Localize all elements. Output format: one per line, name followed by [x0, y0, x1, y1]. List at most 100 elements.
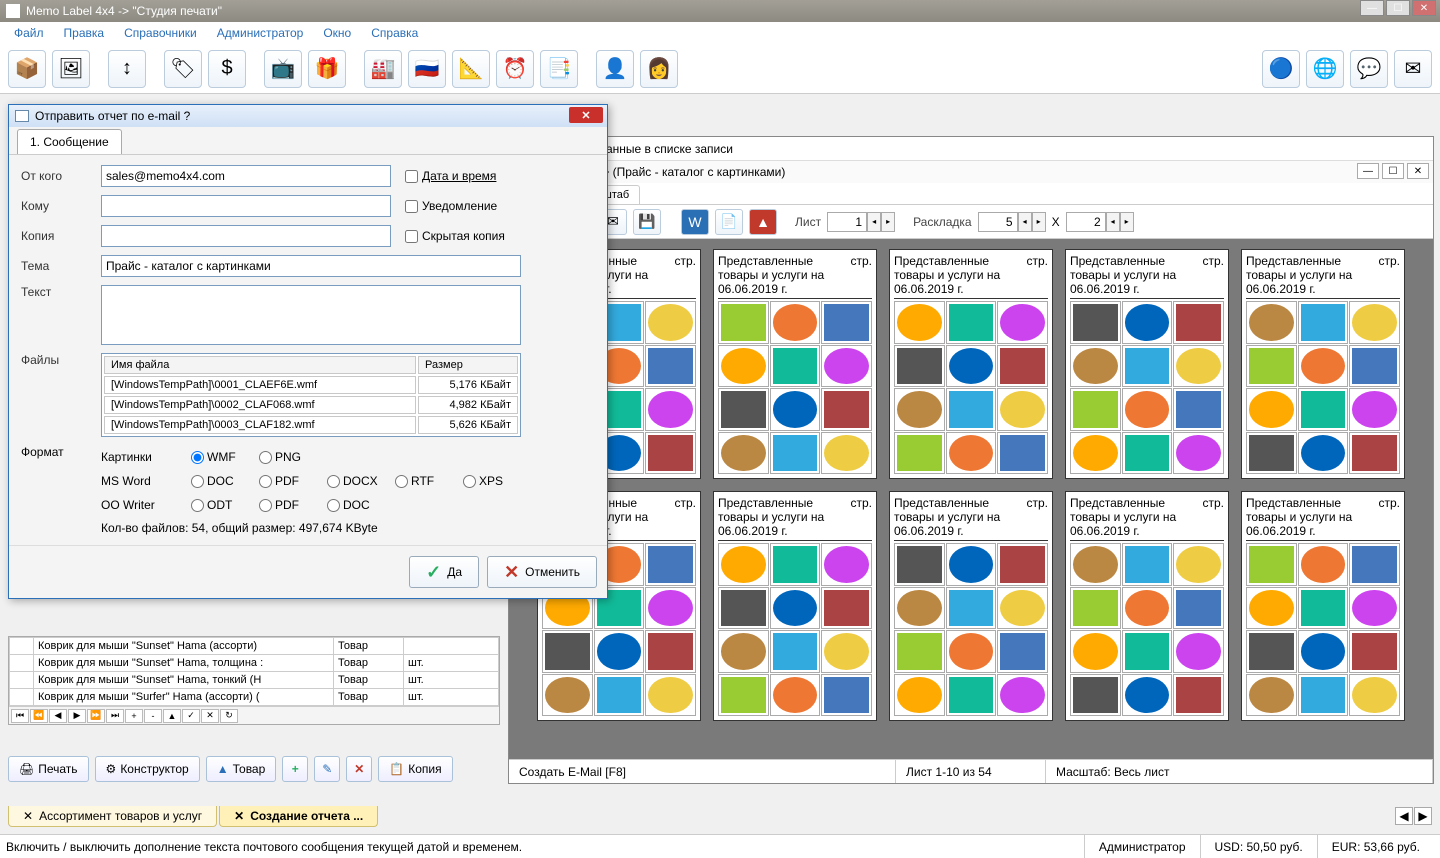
tabs-left-button[interactable]: ◀: [1395, 807, 1413, 825]
preview-page[interactable]: Представленные товары и услуги на 06.06.…: [1241, 249, 1405, 479]
radio-pdf2[interactable]: PDF: [259, 498, 327, 512]
copy-button[interactable]: 📋Копия: [378, 756, 452, 782]
file-row[interactable]: [WindowsTempPath]\0003_CLAF182.wmf5,626 …: [104, 416, 518, 434]
cols-input[interactable]: [978, 212, 1018, 232]
nav-post-button[interactable]: ✓: [182, 709, 200, 723]
rows-input[interactable]: [1066, 212, 1106, 232]
sheet-prev-button[interactable]: ◂: [867, 212, 881, 232]
tv-icon[interactable]: 📺: [264, 50, 302, 88]
preview-close-button[interactable]: ✕: [1407, 163, 1429, 179]
item-button[interactable]: ▲Товар: [206, 756, 277, 782]
dialog-titlebar[interactable]: Отправить отчет по e-mail ? ✕: [9, 105, 607, 127]
body-textarea[interactable]: [101, 285, 521, 345]
table-row[interactable]: Коврик для мыши "Sunset" Hama, толщина :…: [10, 655, 499, 672]
table-row[interactable]: Коврик для мыши "Surfer" Hama (ассорти) …: [10, 689, 499, 706]
radio-wmf[interactable]: WMF: [191, 450, 259, 464]
table-row[interactable]: Коврик для мыши "Sunset" Hama, тонкий (H…: [10, 672, 499, 689]
from-input[interactable]: [101, 165, 391, 187]
sheet-input[interactable]: [827, 212, 867, 232]
doctab-products[interactable]: ✕Ассортимент товаров и услуг: [8, 806, 217, 827]
nav-last-button[interactable]: ⏭: [106, 709, 124, 723]
nav-del-button[interactable]: -: [144, 709, 162, 723]
product-grid[interactable]: Коврик для мыши "Sunset" Hama (ассорти)Т…: [8, 636, 500, 725]
sheet-next-button[interactable]: ▸: [881, 212, 895, 232]
rows-inc-button[interactable]: ▸: [1120, 212, 1134, 232]
datetime-checkbox[interactable]: Дата и время: [405, 169, 496, 183]
col-filename[interactable]: Имя файла: [104, 356, 416, 374]
menu-admin[interactable]: Администратор: [207, 23, 314, 43]
doctab-report[interactable]: ✕Создание отчета ...: [219, 806, 378, 827]
file-row[interactable]: [WindowsTempPath]\0001_CLAEF6E.wmf5,176 …: [104, 376, 518, 394]
preview-page[interactable]: Представленные товары и услуги на 06.06.…: [889, 491, 1053, 721]
ok-button[interactable]: ✓Да: [409, 556, 479, 588]
preview-minimize-button[interactable]: —: [1357, 163, 1379, 179]
preview-maximize-button[interactable]: ☐: [1382, 163, 1404, 179]
add-button[interactable]: +: [282, 756, 308, 782]
list-icon[interactable]: 📑: [540, 50, 578, 88]
gift-icon[interactable]: 🎁: [308, 50, 346, 88]
dialog-close-button[interactable]: ✕: [569, 107, 603, 123]
edit-button[interactable]: ✎: [314, 756, 340, 782]
save-icon[interactable]: 💾: [633, 209, 661, 235]
maximize-button[interactable]: ☐: [1386, 0, 1410, 16]
chat-icon[interactable]: 💬: [1350, 50, 1388, 88]
preview-canvas[interactable]: Представленные товары и услуги на 06.06.…: [509, 239, 1433, 759]
file-row[interactable]: [WindowsTempPath]\0002_CLAF068.wmf4,982 …: [104, 396, 518, 414]
nav-prev-page-button[interactable]: ⏪: [30, 709, 48, 723]
cc-input[interactable]: [101, 225, 391, 247]
x-icon[interactable]: ✕: [234, 809, 244, 823]
rows-dec-button[interactable]: ◂: [1106, 212, 1120, 232]
subject-input[interactable]: [101, 255, 521, 277]
menu-file[interactable]: Файл: [4, 23, 54, 43]
cols-inc-button[interactable]: ▸: [1032, 212, 1046, 232]
preview-page[interactable]: Представленные товары и услуги на 06.06.…: [1065, 491, 1229, 721]
preview-page[interactable]: Представленные товары и услуги на 06.06.…: [713, 491, 877, 721]
delete-button[interactable]: ✕: [346, 756, 372, 782]
flag-icon[interactable]: 🇷🇺: [408, 50, 446, 88]
clock-icon[interactable]: ⏰: [496, 50, 534, 88]
user-icon[interactable]: 👤: [596, 50, 634, 88]
table-row[interactable]: Коврик для мыши "Sunset" Hama (ассорти)Т…: [10, 638, 499, 655]
menu-refs[interactable]: Справочники: [114, 23, 207, 43]
menu-edit[interactable]: Правка: [54, 23, 115, 43]
sort-icon[interactable]: ↕: [108, 50, 146, 88]
col-size[interactable]: Размер: [418, 356, 518, 374]
designer-button[interactable]: ⚙Конструктор: [95, 756, 200, 782]
doc-icon[interactable]: 📄: [715, 209, 743, 235]
nav-edit-button[interactable]: ▲: [163, 709, 181, 723]
x-icon[interactable]: ✕: [23, 809, 33, 823]
mail-icon[interactable]: ✉: [1394, 50, 1432, 88]
cols-dec-button[interactable]: ◂: [1018, 212, 1032, 232]
tag-icon[interactable]: 🏷: [164, 50, 202, 88]
pdf-icon[interactable]: ▲: [749, 209, 777, 235]
print-button[interactable]: 🖨Печать: [8, 756, 89, 782]
ruler-icon[interactable]: 📐: [452, 50, 490, 88]
factory-icon[interactable]: 🏭: [364, 50, 402, 88]
preview-page[interactable]: Представленные товары и услуги на 06.06.…: [889, 249, 1053, 479]
notify-checkbox[interactable]: Уведомление: [405, 199, 497, 213]
nav-prev-button[interactable]: ◀: [49, 709, 67, 723]
menu-help[interactable]: Справка: [361, 23, 428, 43]
preview-page[interactable]: Представленные товары и услуги на 06.06.…: [1241, 491, 1405, 721]
nav-refresh-button[interactable]: ↻: [220, 709, 238, 723]
menu-window[interactable]: Окно: [313, 23, 361, 43]
bcc-checkbox[interactable]: Скрытая копия: [405, 229, 505, 243]
radio-doc2[interactable]: DOC: [327, 498, 395, 512]
radio-rtf[interactable]: RTF: [395, 474, 463, 488]
radio-pdf[interactable]: PDF: [259, 474, 327, 488]
files-table[interactable]: Имя файла Размер [WindowsTempPath]\0001_…: [101, 353, 521, 437]
nav-add-button[interactable]: +: [125, 709, 143, 723]
minimize-button[interactable]: —: [1360, 0, 1384, 16]
radio-xps[interactable]: XPS: [463, 474, 531, 488]
user2-icon[interactable]: 👩: [640, 50, 678, 88]
radio-png[interactable]: PNG: [259, 450, 327, 464]
nav-next-button[interactable]: ▶: [68, 709, 86, 723]
radio-docx[interactable]: DOCX: [327, 474, 395, 488]
nav-first-button[interactable]: ⏮: [11, 709, 29, 723]
nav-next-page-button[interactable]: ⏩: [87, 709, 105, 723]
globe-icon[interactable]: 🌐: [1306, 50, 1344, 88]
nav-cancel-button[interactable]: ✕: [201, 709, 219, 723]
cancel-button[interactable]: ✕Отменить: [487, 556, 597, 588]
dollar-icon[interactable]: $: [208, 50, 246, 88]
word-icon[interactable]: W: [681, 209, 709, 235]
